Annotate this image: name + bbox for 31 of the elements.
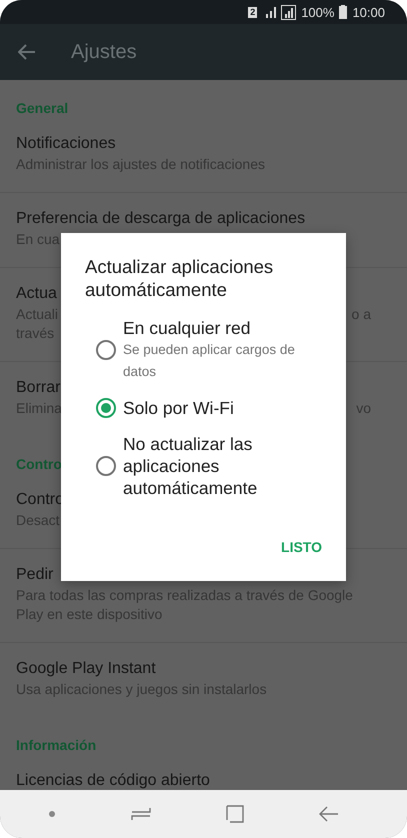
back-icon[interactable] (319, 806, 340, 822)
setting-title[interactable]: Borrar (16, 377, 60, 399)
option-label[interactable]: Solo por Wi-Fi (123, 397, 234, 419)
setting-title[interactable]: Preferencia de descarga de aplicaciones (16, 208, 306, 230)
radio-button[interactable] (96, 398, 116, 418)
screen-title: Ajustes (71, 40, 137, 64)
radio-button[interactable] (96, 456, 116, 476)
option-label[interactable]: No actualizar las aplicaciones automáticamente (123, 433, 322, 499)
section-header: General (16, 99, 68, 118)
battery-percent: 100% (301, 4, 334, 20)
setting-title[interactable]: Notificaciones (16, 133, 116, 155)
done-button[interactable]: LISTO (281, 531, 322, 563)
dialog-title: Actualizar aplicaciones automáticamente (85, 255, 274, 301)
section-header: Contro (16, 455, 62, 474)
setting-title[interactable]: Licencias de código abierto (16, 770, 210, 790)
battery-icon (339, 5, 348, 19)
option-label[interactable]: En cualquier red (123, 317, 322, 339)
home-icon[interactable] (226, 805, 244, 823)
signal-icon (264, 5, 278, 19)
option-description: Se pueden aplicar cargos de datos (123, 341, 296, 381)
section-header: Información (16, 736, 96, 755)
clock: 10:00 (352, 4, 385, 20)
recent-apps-icon[interactable] (130, 807, 151, 821)
setting-title[interactable]: Actua (16, 283, 57, 305)
signal-icon (281, 4, 296, 20)
setting-title[interactable]: Pedir (16, 564, 54, 586)
back-arrow-icon (18, 44, 36, 60)
setting-title[interactable]: Google Play Instant (16, 658, 156, 680)
dot-icon[interactable] (48, 810, 56, 818)
radio-button[interactable] (96, 340, 116, 360)
sim-badge: 2 (248, 6, 258, 18)
